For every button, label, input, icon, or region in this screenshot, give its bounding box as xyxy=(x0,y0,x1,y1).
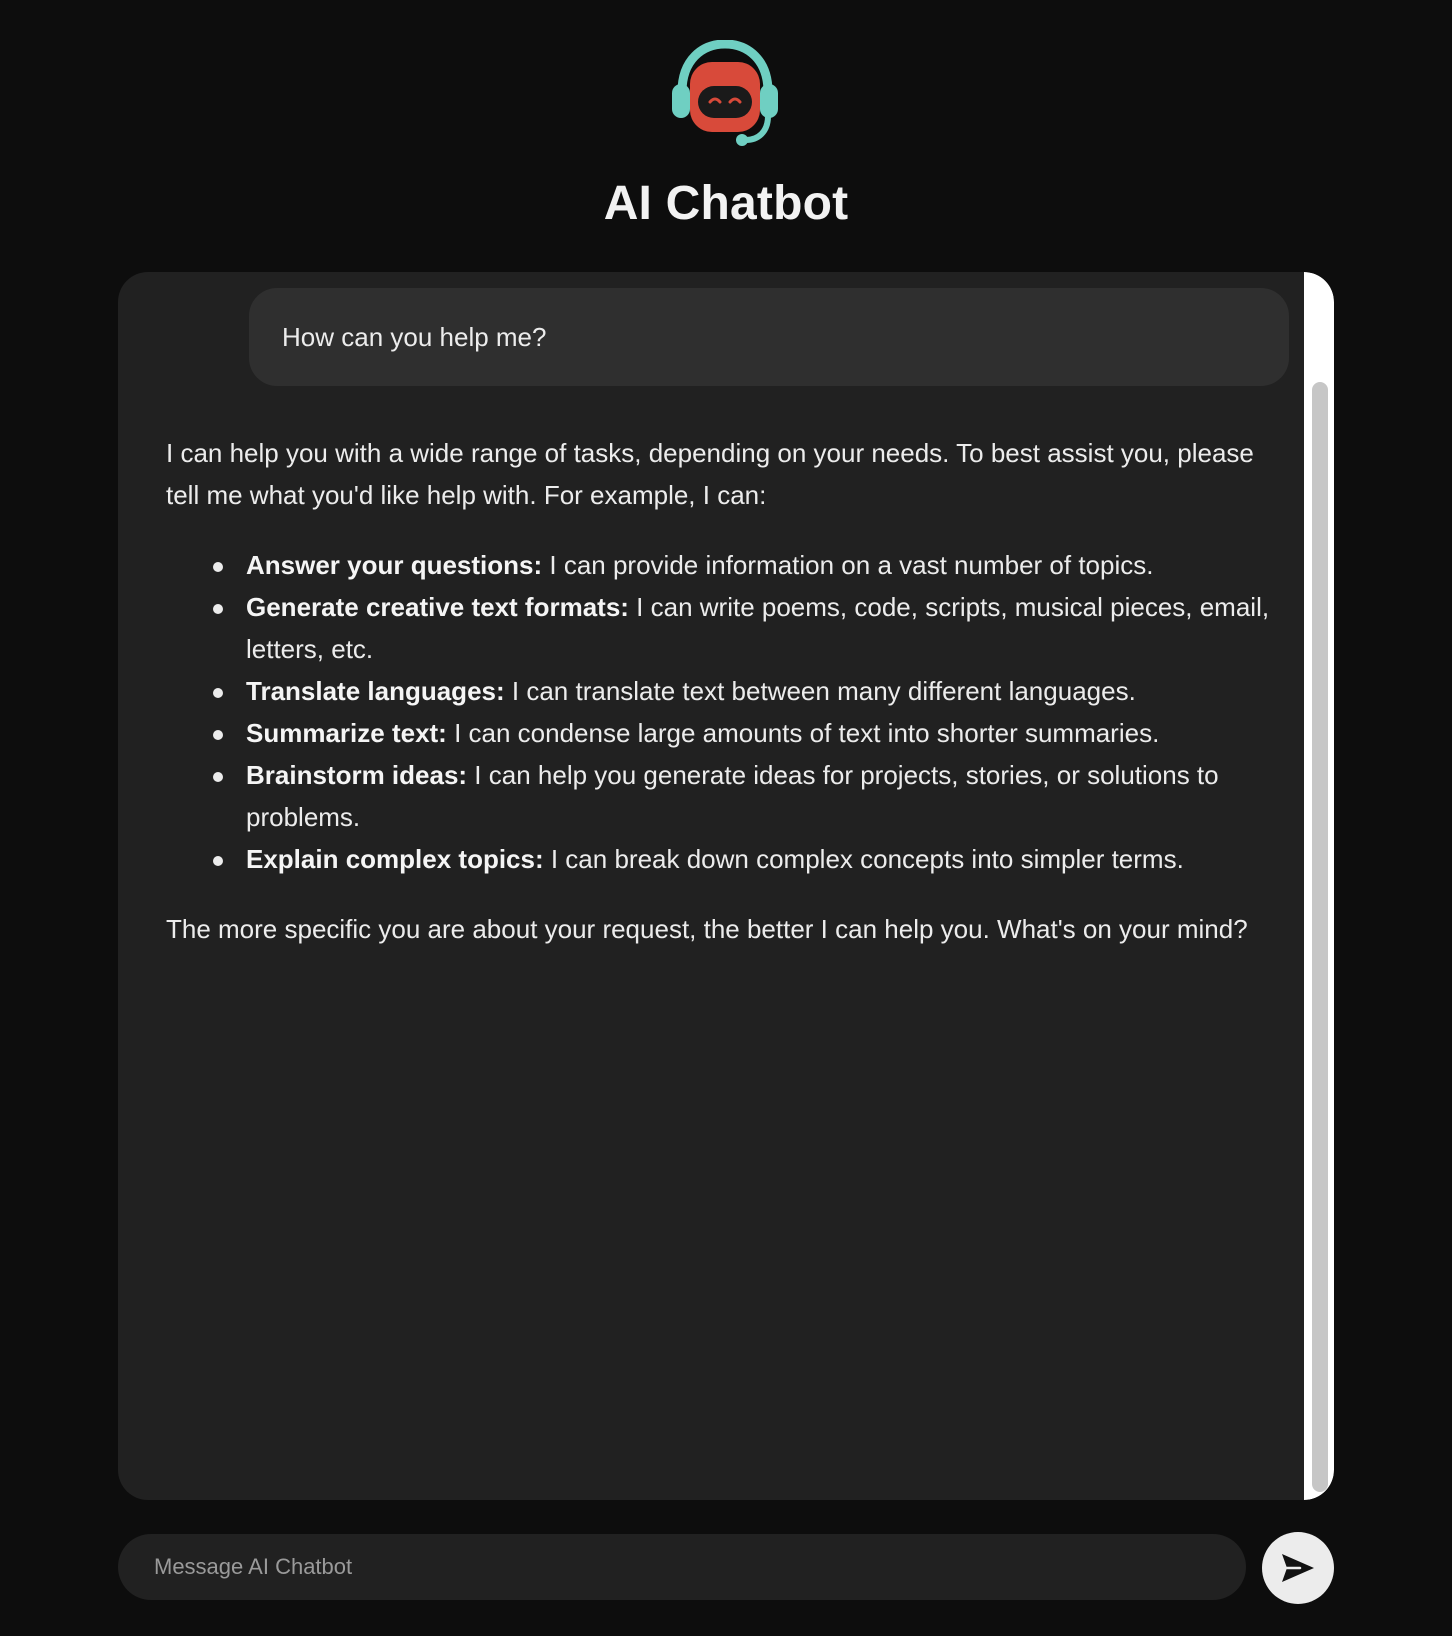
chat-page: AI Chatbot How can you help me? I can he… xyxy=(0,0,1452,1636)
list-item: Summarize text: I can condense large amo… xyxy=(213,712,1286,754)
list-item-title: Explain complex topics: xyxy=(246,844,544,874)
list-item: Answer your questions: I can provide inf… xyxy=(213,544,1286,586)
list-item-text: I can break down complex concepts into s… xyxy=(543,844,1184,874)
message-input[interactable] xyxy=(154,1554,1210,1580)
bot-reply: I can help you with a wide range of task… xyxy=(166,432,1286,950)
page-title: AI Chatbot xyxy=(603,177,849,230)
list-item-text: I can condense large amounts of text int… xyxy=(446,718,1160,748)
chat-history[interactable]: How can you help me? I can help you with… xyxy=(118,272,1334,1500)
user-message-bubble: How can you help me? xyxy=(249,288,1289,386)
robot-headset-icon xyxy=(672,40,778,146)
list-item: Translate languages: I can translate tex… xyxy=(213,670,1286,712)
list-item: Explain complex topics: I can break down… xyxy=(213,838,1286,880)
list-item-title: Answer your questions: xyxy=(246,550,543,580)
capabilities-list: Answer your questions: I can provide inf… xyxy=(166,544,1286,880)
app-header: AI Chatbot xyxy=(0,0,1452,260)
message-composer xyxy=(118,1534,1246,1600)
list-item-text: I can provide information on a vast numb… xyxy=(542,550,1154,580)
list-item-title: Summarize text: xyxy=(246,718,447,748)
list-item-text: I can translate text between many differ… xyxy=(504,676,1136,706)
bot-reply-intro: I can help you with a wide range of task… xyxy=(166,438,1254,510)
list-item-title: Generate creative text formats: xyxy=(246,592,629,622)
list-item-title: Brainstorm ideas: xyxy=(246,760,468,790)
list-item: Generate creative text formats: I can wr… xyxy=(213,586,1286,670)
scrollbar-thumb[interactable] xyxy=(1312,382,1328,1492)
list-item-title: Translate languages: xyxy=(246,676,505,706)
send-arrow-icon xyxy=(1282,1554,1314,1582)
bot-reply-outro: The more specific you are about your req… xyxy=(166,914,1248,944)
send-button[interactable] xyxy=(1262,1532,1334,1604)
chat-scrollbar[interactable] xyxy=(1304,272,1334,1500)
list-item: Brainstorm ideas: I can help you generat… xyxy=(213,754,1286,838)
